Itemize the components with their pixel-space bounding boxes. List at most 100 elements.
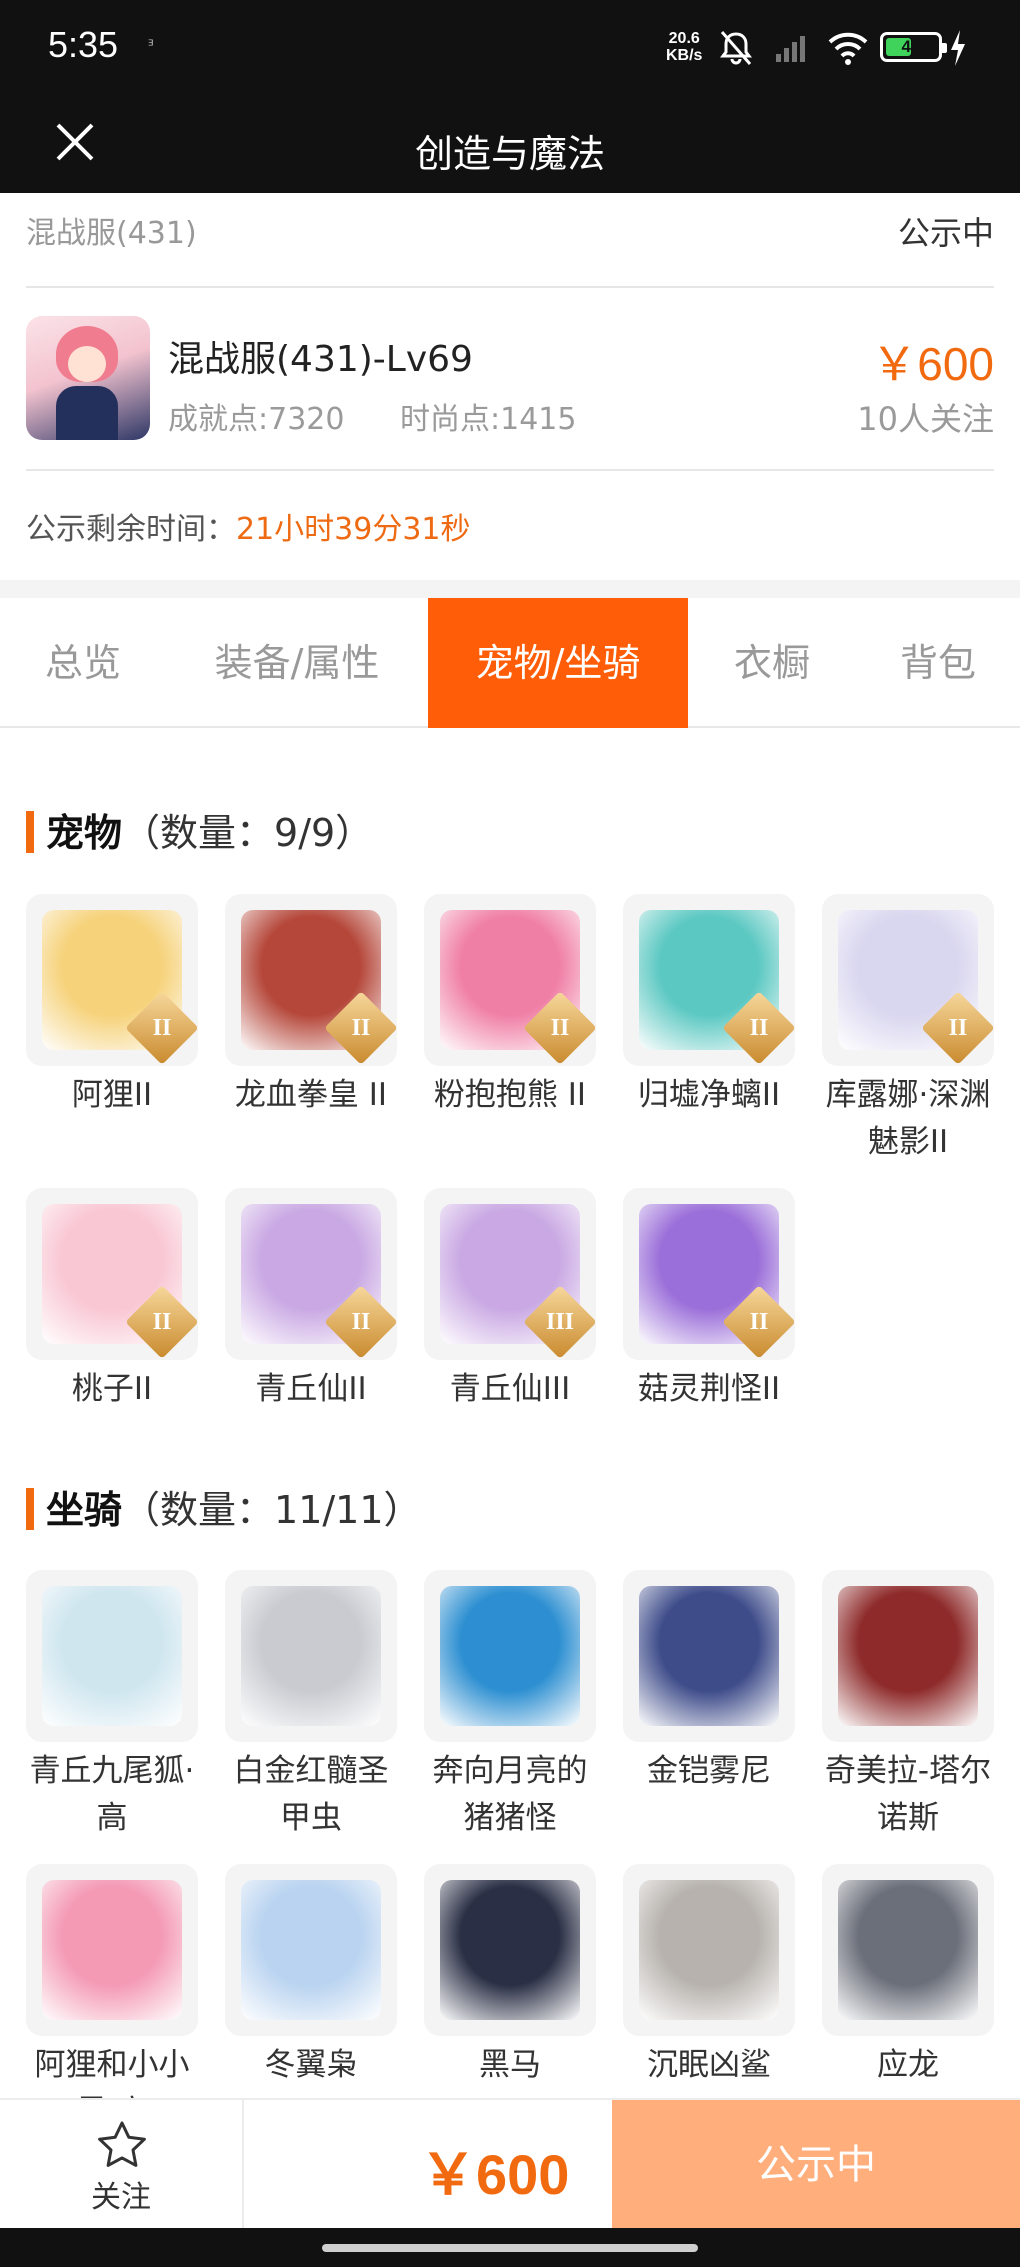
avatar (26, 316, 150, 440)
pet-name: 青丘仙III (449, 1371, 571, 1407)
tier-badge-text: II (351, 1015, 371, 1041)
charging-icon (951, 30, 965, 66)
pet-name: 库露娜·深渊魅影II (825, 1077, 991, 1160)
mount-image (42, 1586, 182, 1726)
mount-item[interactable]: 青丘九尾狐·高 (26, 1570, 198, 1842)
mount-image (838, 1586, 978, 1726)
mount-image (440, 1586, 580, 1726)
pet-item[interactable]: II 桃子II (26, 1188, 198, 1413)
pet-name: 桃子II (71, 1371, 153, 1407)
pet-thumbnail: II (623, 894, 795, 1066)
mount-thumbnail (424, 1864, 596, 2036)
status-time: 5:35 (48, 24, 119, 65)
bottom-action-bar: 关注 ￥600 公示中 (0, 2098, 1020, 2230)
tab-wardrobe[interactable]: 衣橱 (688, 598, 856, 728)
tier-badge-text: II (948, 1015, 968, 1041)
page-title: 创造与魔法 (414, 132, 605, 176)
pet-name: 归墟净螭II (637, 1077, 781, 1113)
status-button[interactable]: 公示中 (612, 2100, 1020, 2230)
mount-thumbnail (623, 1570, 795, 1742)
role-card[interactable]: 混战服(431)-Lv69 成就点:7320 时尚点:1415 ￥600 10人… (26, 288, 994, 471)
pet-item[interactable]: II 龙血拳皇 II (225, 894, 397, 1119)
pet-item[interactable]: II 菇灵荆怪II (623, 1188, 795, 1413)
net-speed-value: 20.6 (668, 30, 700, 47)
fashion-points: 时尚点:1415 (400, 402, 577, 437)
home-indicator[interactable] (322, 2244, 698, 2252)
follow-label: 关注 (91, 2180, 151, 2215)
mount-image (639, 1586, 779, 1726)
pet-name: 菇灵荆怪II (637, 1371, 781, 1407)
pet-thumbnail: III (424, 1188, 596, 1360)
pet-name: 青丘仙II (255, 1371, 367, 1407)
battery-icon: 44 (880, 32, 947, 62)
tab-equipment[interactable]: 装备/属性 (166, 598, 428, 728)
pet-thumbnail: II (225, 894, 397, 1066)
title-bar: 创造与魔法 (0, 95, 1020, 193)
mount-item[interactable]: 白金红髓圣甲虫 (225, 1570, 397, 1842)
mounts-count: （数量：11/11） (122, 1488, 422, 1532)
mounts-title: 坐骑 (46, 1488, 123, 1532)
mount-thumbnail (623, 1864, 795, 2036)
net-speed-unit: KB/s (666, 47, 703, 64)
pet-item[interactable]: II 青丘仙II (225, 1188, 397, 1413)
mounts-section-title: 坐骑（数量：11/11） (26, 1479, 422, 1534)
mount-name: 白金红髓圣甲虫 (233, 1753, 389, 1836)
mount-item[interactable]: 金铠雾尼 (623, 1570, 795, 1795)
pet-item[interactable]: II 归墟净螭II (623, 894, 795, 1119)
mount-name: 应龙 (877, 2047, 939, 2083)
mount-name: 奇美拉-塔尔诺斯 (824, 1753, 992, 1836)
mount-thumbnail (26, 1570, 198, 1742)
bottom-price: ￥600 (420, 2143, 570, 2206)
tier-badge-text: II (749, 1015, 769, 1041)
pet-thumbnail: II (26, 894, 198, 1066)
pet-name: 阿狸II (71, 1077, 153, 1113)
mount-item[interactable]: 奔向月亮的猪猪怪 (424, 1570, 596, 1842)
star-outline-icon (98, 2121, 146, 2167)
role-price: ￥600 (871, 338, 994, 390)
server-name: 混战服(431) (26, 216, 197, 251)
pet-name: 粉抱抱熊 II (433, 1077, 587, 1113)
mount-item[interactable]: 黑马 (424, 1864, 596, 2089)
mount-name: 冬翼枭 (264, 2047, 358, 2083)
mount-name: 奔向月亮的猪猪怪 (432, 1753, 588, 1836)
mount-item[interactable]: 沉眠凶鲨 (623, 1864, 795, 2089)
tier-badge-text: II (351, 1309, 371, 1335)
pet-item[interactable]: III 青丘仙III (424, 1188, 596, 1413)
wifi-icon (828, 32, 868, 65)
mount-item[interactable]: 冬翼枭 (225, 1864, 397, 2089)
role-name: 混战服(431)-Lv69 (168, 339, 473, 380)
tier-badge-text: II (152, 1309, 172, 1335)
pet-thumbnail: II (424, 894, 596, 1066)
achievement-points: 成就点:7320 (168, 402, 345, 437)
tab-overview[interactable]: 总览 (0, 598, 166, 728)
pet-item[interactable]: II 阿狸II (26, 894, 198, 1119)
pets-section-title: 宠物（数量：9/9） (26, 802, 373, 857)
status-indicator: ᴲ (148, 38, 154, 54)
follower-count: 10人关注 (857, 400, 994, 438)
mount-image (241, 1586, 381, 1726)
tier-badge-text: II (550, 1015, 570, 1041)
mount-item[interactable]: 阿狸和小小黑 高 (26, 1864, 198, 2136)
countdown-value: 21小时39分31秒 (236, 512, 471, 547)
tab-bar: 总览 装备/属性 宠物/坐骑 衣橱 背包 (0, 598, 1020, 728)
tier-badge-text: II (152, 1015, 172, 1041)
mute-bell-icon (720, 31, 752, 65)
mount-name: 金铠雾尼 (647, 1753, 771, 1789)
mount-item[interactable]: 应龙 (822, 1864, 994, 2089)
system-nav-bar (0, 2228, 1020, 2267)
follow-button[interactable]: 关注 (0, 2100, 244, 2230)
mount-name: 青丘九尾狐·高 (29, 1753, 195, 1836)
server-row: 混战服(431) 公示中 (26, 200, 994, 288)
mount-image (838, 1880, 978, 2020)
mount-thumbnail (26, 1864, 198, 2036)
listing-status: 公示中 (897, 214, 994, 252)
pet-item[interactable]: II 粉抱抱熊 II (424, 894, 596, 1119)
tier-badge-text: II (749, 1309, 769, 1335)
tab-backpack[interactable]: 背包 (856, 598, 1020, 728)
pet-name: 龙血拳皇 II (234, 1077, 388, 1113)
tab-pets-mounts[interactable]: 宠物/坐骑 (428, 598, 688, 728)
mount-thumbnail (822, 1570, 994, 1742)
mount-name: 黑马 (479, 2047, 541, 2083)
pet-item[interactable]: II 库露娜·深渊魅影II (822, 894, 994, 1166)
mount-item[interactable]: 奇美拉-塔尔诺斯 (822, 1570, 994, 1842)
